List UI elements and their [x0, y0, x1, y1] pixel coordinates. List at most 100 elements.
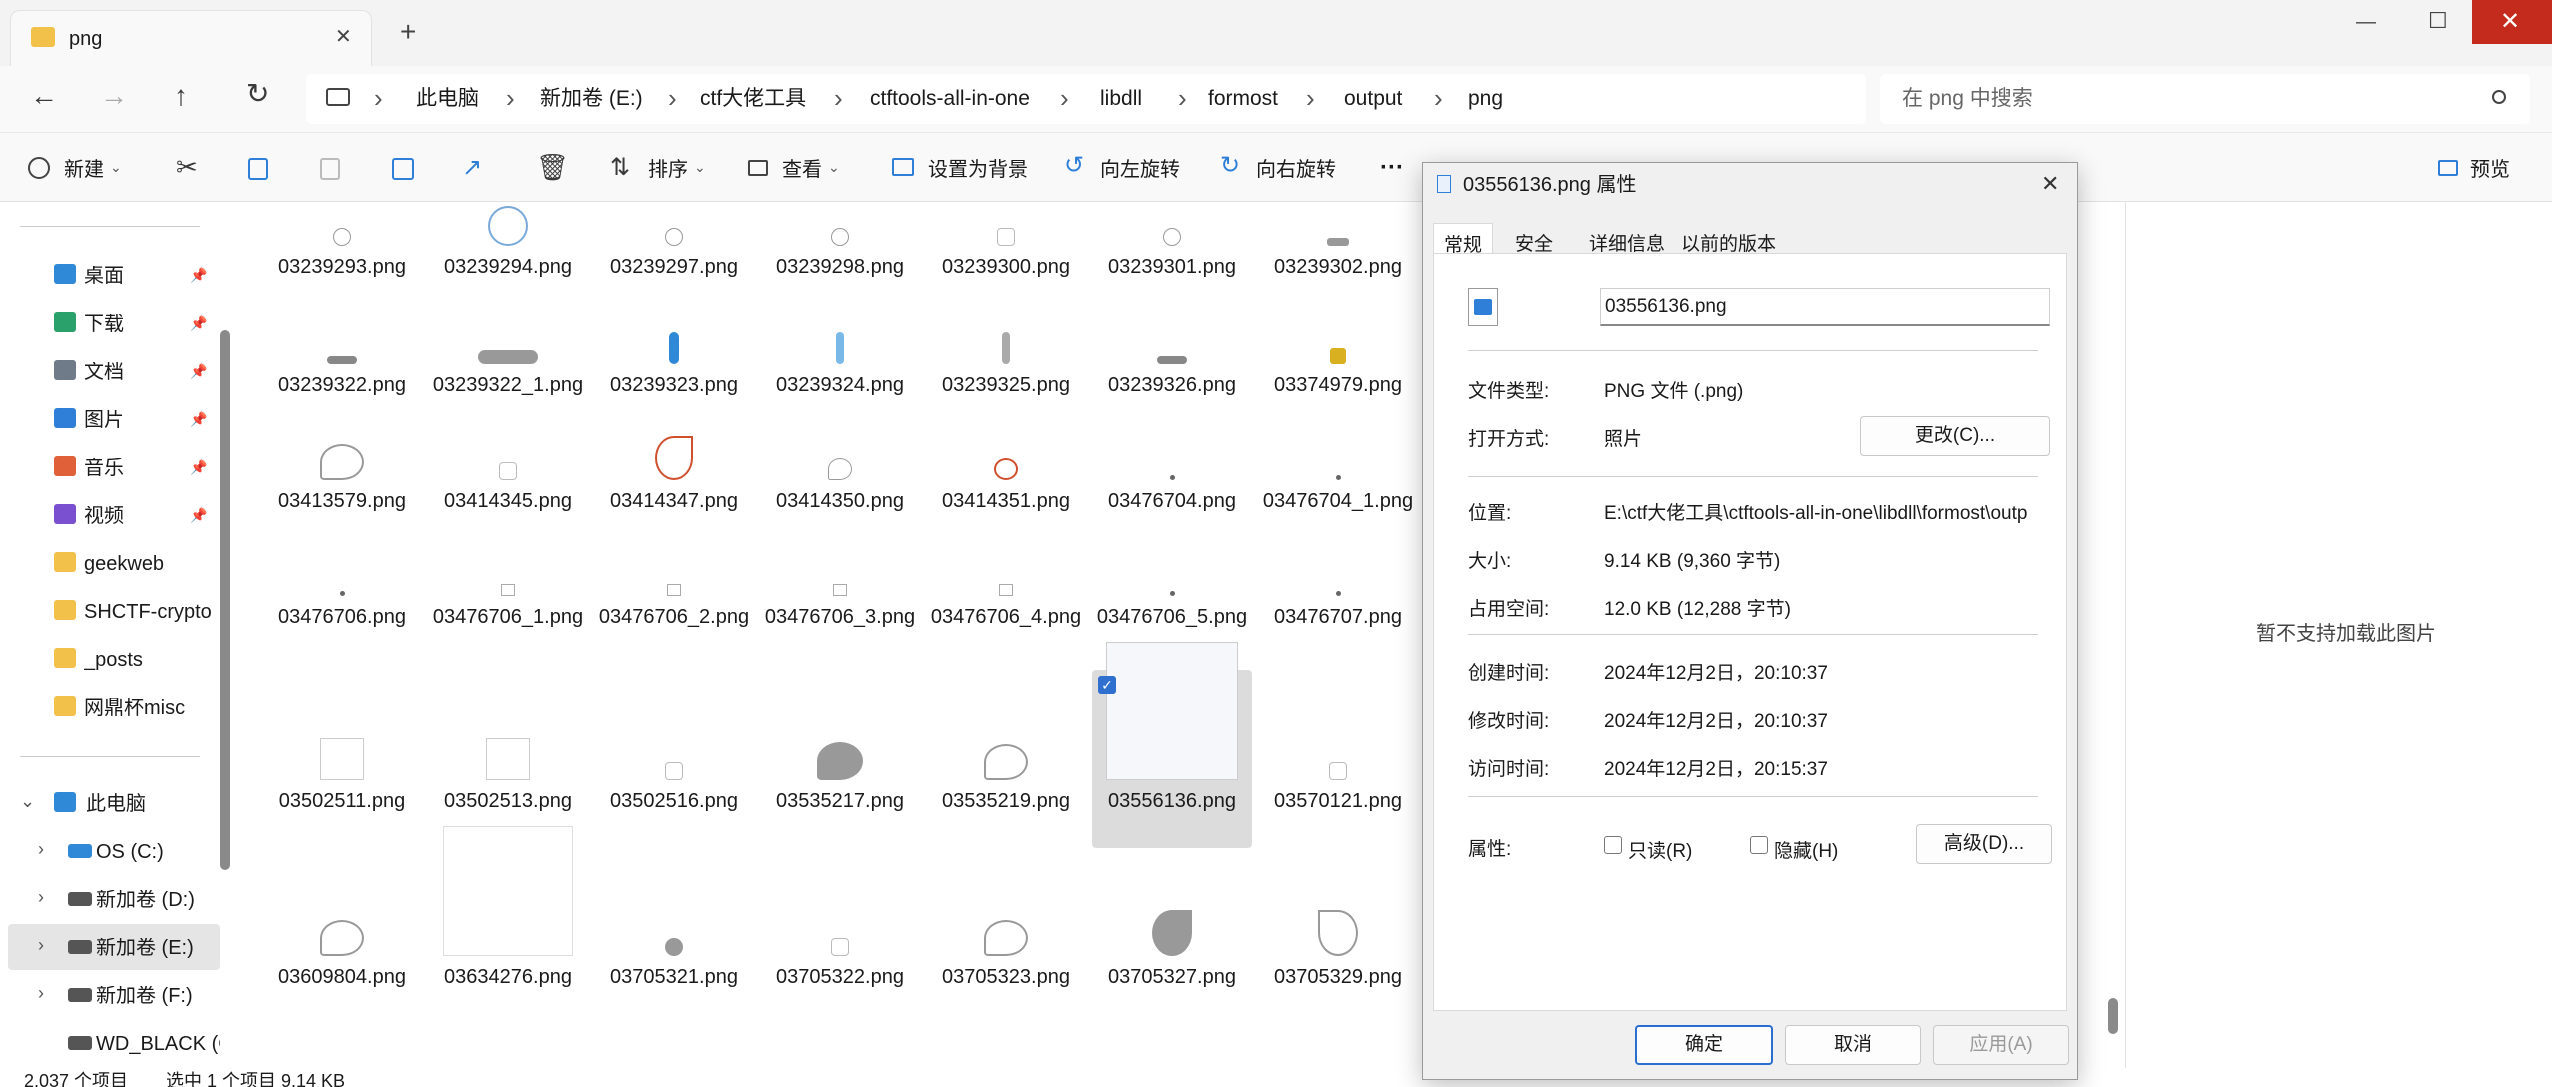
- sidebar-item[interactable]: 网鼎杯misc: [0, 684, 212, 730]
- file-item[interactable]: 03476706_2.png: [594, 550, 754, 660]
- content-scrollbar[interactable]: [2108, 998, 2118, 1034]
- tab-security[interactable]: 安全: [1505, 223, 1563, 255]
- pin-icon[interactable]: 📌: [190, 268, 207, 282]
- sidebar-item[interactable]: 图片 📌: [0, 396, 212, 442]
- expand-chevron-icon[interactable]: ›: [38, 936, 44, 954]
- file-item[interactable]: 03502513.png: [428, 670, 588, 848]
- tab-png[interactable]: png ✕: [10, 10, 372, 66]
- refresh-icon[interactable]: ↻: [246, 80, 269, 108]
- breadcrumb-item[interactable]: ctf大佬工具: [700, 88, 806, 109]
- pin-icon[interactable]: 📌: [190, 460, 207, 474]
- file-item[interactable]: 03705327.png: [1092, 848, 1252, 1006]
- sort-button[interactable]: 排序: [648, 160, 688, 180]
- sidebar-item-drive[interactable]: › 新加卷 (F:): [8, 972, 220, 1018]
- file-item[interactable]: 03374979.png: [1258, 318, 1418, 428]
- breadcrumb-item[interactable]: ctftools-all-in-one: [870, 88, 1030, 109]
- sidebar-item[interactable]: 视频 📌: [0, 492, 212, 538]
- file-item[interactable]: 03239323.png: [594, 318, 754, 428]
- file-item[interactable]: 03476704_1.png: [1258, 434, 1418, 544]
- breadcrumb-item[interactable]: libdll: [1100, 88, 1142, 109]
- address-bar[interactable]: › 此电脑 › 新加卷 (E:) › ctf大佬工具 › ctftools-al…: [306, 74, 1866, 124]
- apply-button[interactable]: 应用(A): [1933, 1025, 2069, 1065]
- expand-chevron-icon[interactable]: ›: [38, 984, 44, 1002]
- file-item[interactable]: 03239324.png: [760, 318, 920, 428]
- file-item[interactable]: 03634276.png: [428, 826, 588, 1006]
- file-item[interactable]: 03476706_4.png: [926, 550, 1086, 660]
- breadcrumb-item[interactable]: 此电脑: [416, 88, 479, 109]
- sidebar-item-drive[interactable]: › 新加卷 (E:): [8, 924, 220, 970]
- sidebar-item-drive[interactable]: WD_BLACK (G: [8, 1020, 220, 1066]
- sidebar-item[interactable]: 文档 📌: [0, 348, 212, 394]
- change-button[interactable]: 更改(C)...: [1860, 416, 2050, 456]
- minimize-button[interactable]: —: [2356, 12, 2376, 32]
- file-item[interactable]: 03535217.png: [760, 670, 920, 848]
- file-item[interactable]: 03535219.png: [926, 670, 1086, 848]
- breadcrumb-item[interactable]: 新加卷 (E:): [540, 88, 643, 109]
- sidebar-item[interactable]: SHCTF-crypto: [0, 588, 212, 634]
- sidebar-item-this-pc[interactable]: ⌄ 此电脑: [0, 780, 212, 826]
- expand-chevron-icon[interactable]: ›: [38, 888, 44, 906]
- breadcrumb-item[interactable]: output: [1344, 88, 1402, 109]
- readonly-checkbox[interactable]: [1604, 836, 1622, 854]
- pin-icon[interactable]: 📌: [190, 508, 207, 522]
- file-item[interactable]: 03413579.png: [262, 434, 422, 544]
- file-item[interactable]: 03414351.png: [926, 434, 1086, 544]
- ok-button[interactable]: 确定: [1635, 1025, 1773, 1065]
- tab-previous-versions[interactable]: 以前的版本: [1671, 223, 1786, 255]
- hidden-checkbox[interactable]: [1750, 836, 1768, 854]
- file-item[interactable]: 03705322.png: [760, 848, 920, 1006]
- file-item[interactable]: 03705329.png: [1258, 848, 1418, 1006]
- file-item[interactable]: 03476706_1.png: [428, 550, 588, 660]
- file-item[interactable]: 03414347.png: [594, 434, 754, 544]
- rename-icon[interactable]: [392, 158, 414, 180]
- copy-icon[interactable]: [248, 158, 268, 180]
- up-arrow-icon[interactable]: ↑: [174, 82, 188, 110]
- new-tab-button[interactable]: +: [400, 18, 416, 46]
- paste-icon[interactable]: [320, 158, 340, 180]
- more-options-icon[interactable]: ···: [1380, 156, 1404, 180]
- file-item[interactable]: 03476706_3.png: [760, 550, 920, 660]
- file-item[interactable]: 03239293.png: [262, 200, 422, 310]
- search-input[interactable]: 在 png 中搜索: [1902, 88, 2033, 109]
- file-item[interactable]: 03414350.png: [760, 434, 920, 544]
- sidebar-item-drive[interactable]: › 新加卷 (D:): [8, 876, 220, 922]
- close-button[interactable]: ✕: [2472, 0, 2552, 44]
- cancel-button[interactable]: 取消: [1785, 1025, 1921, 1065]
- view-button[interactable]: 查看: [782, 160, 822, 180]
- sidebar-item[interactable]: 桌面 📌: [0, 252, 212, 298]
- breadcrumb-item[interactable]: formost: [1208, 88, 1278, 109]
- file-item[interactable]: 03609804.png: [262, 848, 422, 1006]
- file-item[interactable]: 03239326.png: [1092, 318, 1252, 428]
- file-item[interactable]: 03239301.png: [1092, 200, 1252, 310]
- rotate-left-button[interactable]: 向左旋转: [1100, 160, 1180, 180]
- sidebar-item[interactable]: _posts: [0, 636, 212, 682]
- tab-details[interactable]: 详细信息: [1579, 223, 1675, 255]
- pin-icon[interactable]: 📌: [190, 316, 207, 330]
- file-item[interactable]: 03239297.png: [594, 200, 754, 310]
- file-item[interactable]: 03239302.png: [1258, 200, 1418, 310]
- sidebar-item[interactable]: 音乐 📌: [0, 444, 212, 490]
- delete-icon[interactable]: 🗑: [536, 154, 569, 180]
- file-item[interactable]: 03502511.png: [262, 670, 422, 848]
- forward-arrow-icon[interactable]: →: [100, 82, 128, 110]
- preview-button[interactable]: 预览: [2470, 160, 2510, 180]
- sort-icon[interactable]: ⇅: [610, 156, 630, 180]
- file-item[interactable]: ✓ 03556136.png: [1092, 642, 1252, 848]
- file-item[interactable]: 03239325.png: [926, 318, 1086, 428]
- advanced-button[interactable]: 高级(D)...: [1916, 824, 2052, 864]
- file-item[interactable]: 03239322_1.png: [428, 318, 588, 428]
- filename-input[interactable]: 03556136.png: [1600, 288, 2050, 326]
- breadcrumb-item[interactable]: png: [1468, 88, 1503, 109]
- share-icon[interactable]: ↗: [462, 156, 482, 180]
- back-arrow-icon[interactable]: ←: [30, 82, 58, 110]
- sidebar-item-drive[interactable]: › OS (C:): [8, 828, 220, 874]
- rotate-right-button[interactable]: 向右旋转: [1256, 160, 1336, 180]
- dialog-close-icon[interactable]: ✕: [2041, 173, 2059, 195]
- maximize-button[interactable]: ☐: [2428, 10, 2448, 32]
- search-icon[interactable]: [2492, 90, 2506, 104]
- file-item[interactable]: 03414345.png: [428, 434, 588, 544]
- cut-icon[interactable]: ✂: [176, 154, 198, 180]
- expand-chevron-icon[interactable]: ›: [38, 840, 44, 858]
- expand-chevron-icon[interactable]: ⌄: [20, 792, 35, 810]
- tab-general[interactable]: 常规: [1433, 223, 1494, 256]
